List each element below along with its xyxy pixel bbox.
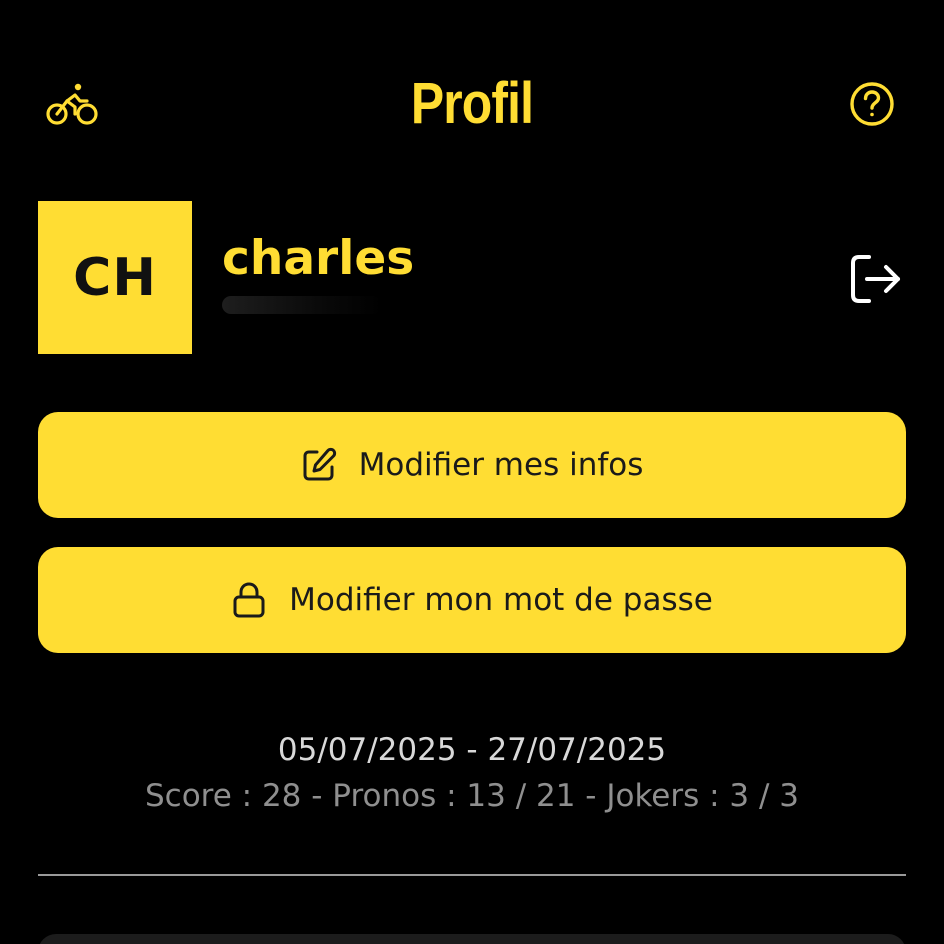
change-password-button[interactable]: Modifier mon mot de passe: [38, 547, 906, 653]
logout-icon[interactable]: [846, 250, 906, 308]
edit-icon: [301, 447, 337, 483]
avatar: CH: [38, 201, 192, 354]
change-password-label: Modifier mon mot de passe: [289, 582, 713, 618]
edit-info-button[interactable]: Modifier mes infos: [38, 412, 906, 518]
avatar-initials: CH: [73, 247, 157, 308]
help-icon[interactable]: [846, 78, 898, 130]
season-period: 05/07/2025 - 27/07/2025: [277, 732, 667, 768]
bottom-card: [38, 934, 906, 944]
email-placeholder: [222, 296, 382, 314]
profile-screen: Profil CH charles Modifier mes infos Mod…: [0, 0, 944, 944]
username: charles: [222, 231, 415, 286]
season-stats: Score : 28 - Pronos : 13 / 21 - Jokers :…: [144, 778, 800, 814]
divider: [38, 874, 906, 876]
lock-icon: [231, 581, 267, 619]
page-title: Profil: [410, 71, 534, 136]
edit-info-label: Modifier mes infos: [358, 447, 644, 483]
